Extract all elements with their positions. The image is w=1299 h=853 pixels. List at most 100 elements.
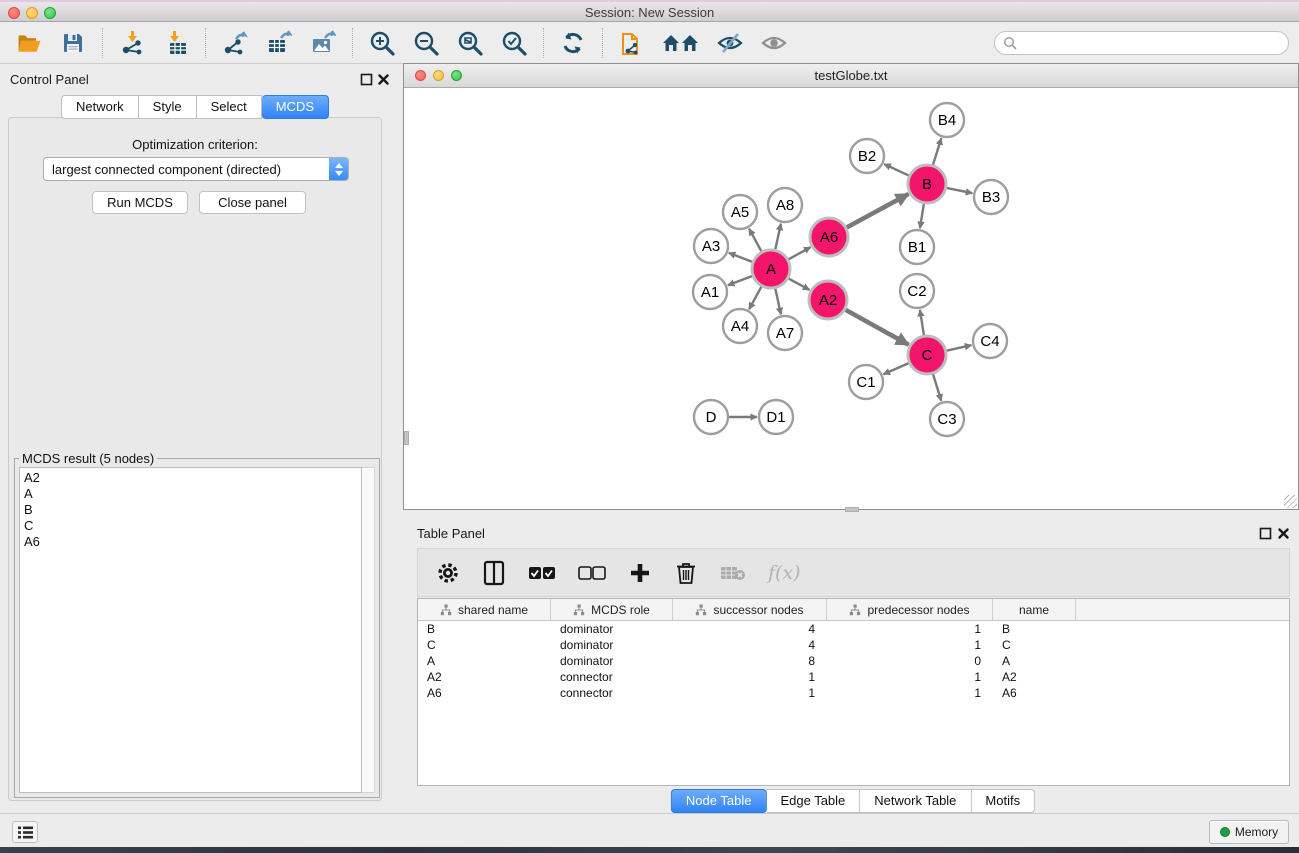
table-row[interactable]: Bdominator41B: [418, 621, 1289, 637]
close-panel-button[interactable]: Close panel: [199, 191, 306, 214]
export-network-button[interactable]: [220, 28, 250, 58]
network-vertical-scroll-thumb[interactable]: [404, 431, 409, 445]
show-panels-button[interactable]: [759, 28, 789, 58]
graph-node-A2[interactable]: A2: [809, 281, 847, 319]
tab-mcds[interactable]: MCDS: [262, 95, 329, 119]
table-settings-button[interactable]: [436, 560, 460, 586]
zoom-in-button[interactable]: [367, 28, 397, 58]
graph-node-A8[interactable]: A8: [768, 188, 802, 222]
graph-edge-A-A5[interactable]: [749, 229, 761, 252]
graph-node-D[interactable]: D: [694, 400, 728, 434]
export-image-button[interactable]: [308, 28, 338, 58]
graph-edge-A-A2[interactable]: [789, 279, 810, 290]
function-builder-button[interactable]: f(x): [768, 560, 801, 586]
import-network-button[interactable]: [117, 28, 147, 58]
graph-edge-C-C4[interactable]: [947, 345, 972, 351]
table-row[interactable]: Adominator80A: [418, 653, 1289, 669]
network-canvas[interactable]: A A1 A2 A3 A4 A5 A6 A7 A8 B B1 B2 B3 B4 C C1 C2 C3 C4 D D1: [404, 88, 1298, 509]
graph-node-C2[interactable]: C2: [900, 274, 934, 308]
float-table-panel-icon[interactable]: [1259, 527, 1272, 540]
mcds-result-item[interactable]: A6: [24, 534, 361, 550]
graph-edge-A-A3[interactable]: [729, 253, 753, 262]
graph-node-A3[interactable]: A3: [694, 229, 728, 263]
zoom-fit-button[interactable]: [455, 28, 485, 58]
network-horizontal-scroll-thumb[interactable]: [845, 507, 859, 512]
graph-node-A5[interactable]: A5: [723, 195, 757, 229]
graph-node-A4[interactable]: A4: [723, 309, 757, 343]
delete-column-button[interactable]: [674, 560, 698, 586]
graph-node-B2[interactable]: B2: [850, 139, 884, 173]
graph-edge-C-C2[interactable]: [920, 310, 924, 335]
graph-edge-A-A1[interactable]: [728, 276, 753, 285]
graph-edge-C-C3[interactable]: [933, 374, 941, 401]
column-header-predecessor-nodes[interactable]: predecessor nodes: [827, 599, 993, 620]
refresh-layout-button[interactable]: [558, 28, 588, 58]
table-row[interactable]: Cdominator41C: [418, 637, 1289, 653]
graph-node-A[interactable]: A: [752, 250, 790, 288]
graph-node-A6[interactable]: A6: [810, 218, 848, 256]
delete-table-button[interactable]: [720, 560, 746, 586]
close-panel-icon[interactable]: [377, 73, 390, 86]
graph-node-B[interactable]: B: [908, 165, 946, 203]
graph-node-A1[interactable]: A1: [693, 275, 727, 309]
zoom-out-button[interactable]: [411, 28, 441, 58]
mcds-list-scrollbar[interactable]: [362, 467, 375, 793]
new-network-document-button[interactable]: [617, 28, 647, 58]
graph-node-A7[interactable]: A7: [768, 316, 802, 350]
hide-panels-button[interactable]: [715, 28, 745, 58]
save-session-button[interactable]: [58, 28, 88, 58]
table-tab-node-table[interactable]: Node Table: [671, 789, 767, 813]
import-table-button[interactable]: [161, 28, 191, 58]
resize-grip-icon[interactable]: [1284, 495, 1297, 508]
graph-edge-A-A6[interactable]: [789, 247, 811, 259]
mcds-result-item[interactable]: A2: [24, 470, 361, 486]
mcds-result-item[interactable]: C: [24, 518, 361, 534]
criterion-dropdown[interactable]: largest connected component (directed): [43, 157, 349, 181]
memory-button[interactable]: Memory: [1209, 820, 1289, 844]
graph-node-C1[interactable]: C1: [849, 365, 883, 399]
graph-node-D1[interactable]: D1: [759, 400, 793, 434]
table-tab-network-table[interactable]: Network Table: [860, 789, 971, 813]
tab-style[interactable]: Style: [139, 95, 197, 119]
graph-edge-C-C1[interactable]: [883, 363, 908, 374]
search-field[interactable]: [994, 31, 1289, 55]
run-mcds-button[interactable]: Run MCDS: [92, 191, 188, 214]
graph-node-B4[interactable]: B4: [930, 103, 964, 137]
mcds-result-list[interactable]: A2ABCA6: [19, 467, 362, 793]
search-input[interactable]: [1017, 33, 1288, 53]
tab-network[interactable]: Network: [61, 95, 139, 119]
mcds-result-item[interactable]: A: [24, 486, 361, 502]
graph-edge-A6-B[interactable]: [847, 194, 909, 227]
column-header-name[interactable]: name: [993, 599, 1076, 620]
graph-node-B3[interactable]: B3: [974, 180, 1008, 214]
float-panel-icon[interactable]: [360, 73, 373, 86]
select-all-button[interactable]: [528, 560, 556, 586]
column-header-shared-name[interactable]: shared name: [418, 599, 551, 620]
column-view-button[interactable]: [482, 560, 506, 586]
graph-edge-B-B4[interactable]: [933, 138, 941, 165]
home-button[interactable]: [661, 28, 701, 58]
graph-edge-B-B2[interactable]: [884, 164, 909, 176]
graph-node-C[interactable]: C: [908, 336, 946, 374]
table-row[interactable]: A6connector11A6: [418, 685, 1289, 701]
graph-edge-B-B3[interactable]: [947, 188, 973, 193]
open-session-button[interactable]: [14, 28, 44, 58]
graph-node-C3[interactable]: C3: [930, 402, 964, 436]
graph-edge-A2-C[interactable]: [845, 310, 908, 345]
column-header-MCDS-role[interactable]: MCDS role: [551, 599, 673, 620]
table-row[interactable]: A2connector11A2: [418, 669, 1289, 685]
mcds-result-item[interactable]: B: [24, 502, 361, 518]
table-tab-motifs[interactable]: Motifs: [971, 789, 1035, 813]
tab-select[interactable]: Select: [197, 95, 262, 119]
graph-node-C4[interactable]: C4: [973, 324, 1007, 358]
table-tab-edge-table[interactable]: Edge Table: [766, 789, 860, 813]
column-header-successor-nodes[interactable]: successor nodes: [673, 599, 827, 620]
deselect-all-button[interactable]: [578, 560, 606, 586]
graph-edge-A-A8[interactable]: [775, 224, 781, 250]
network-window-titlebar[interactable]: testGlobe.txt: [404, 64, 1298, 88]
add-column-button[interactable]: [628, 560, 652, 586]
graph-node-B1[interactable]: B1: [900, 230, 934, 264]
close-table-panel-icon[interactable]: [1277, 527, 1290, 540]
task-history-button[interactable]: [12, 821, 38, 843]
export-table-button[interactable]: [264, 28, 294, 58]
